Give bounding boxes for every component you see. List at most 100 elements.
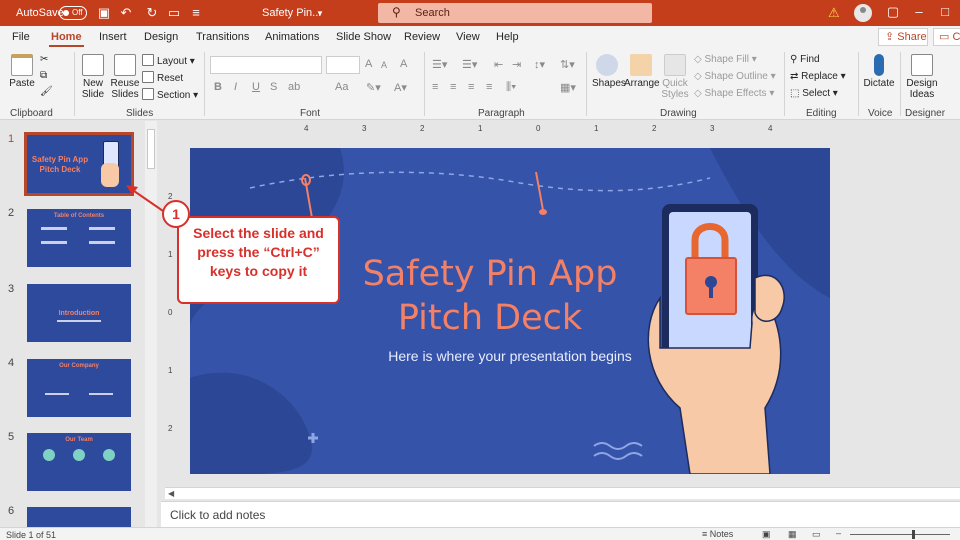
zoom-slider[interactable] — [850, 534, 950, 535]
tab-home[interactable]: Home — [49, 31, 84, 47]
autosave-toggle[interactable]: Off — [59, 6, 87, 20]
grow-font-button[interactable]: A — [365, 58, 372, 70]
normal-view-icon[interactable]: ▣ — [762, 529, 771, 540]
format-painter-icon[interactable]: 🖌 — [40, 86, 53, 97]
customize-toolbar-icon[interactable]: ≡ — [188, 5, 204, 21]
columns-icon[interactable]: ⫼▾ — [506, 81, 516, 94]
layout-button[interactable]: Layout ▾ — [142, 54, 195, 67]
slide-thumbnail-3[interactable]: Introduction — [27, 284, 131, 342]
underline-button[interactable]: U — [252, 81, 260, 93]
ribbon-display-icon[interactable]: ▢ — [884, 3, 902, 21]
comments-button[interactable]: ▭ C — [933, 28, 960, 46]
slide-sorter-icon[interactable]: ▦ — [788, 529, 797, 540]
copy-icon[interactable]: ⧉ — [40, 70, 47, 81]
avatar[interactable] — [854, 4, 872, 22]
thumbnail-title: Our Company — [59, 363, 99, 369]
chevron-down-icon[interactable]: ▼ — [312, 6, 328, 22]
paste-icon — [11, 54, 33, 76]
align-center-icon[interactable]: ≡ — [450, 81, 456, 93]
section-button[interactable]: Section ▾ — [142, 88, 198, 101]
text-direction-icon[interactable]: ⇅▾ — [560, 58, 575, 71]
highlight-icon[interactable]: ✎▾ — [366, 81, 381, 94]
shape-outline-button[interactable]: ◇ Shape Outline ▾ — [694, 71, 776, 82]
tab-review[interactable]: Review — [404, 31, 440, 43]
select-button[interactable]: ⬚ Select ▾ — [790, 88, 838, 99]
slide-title-line: Pitch Deck — [397, 298, 583, 338]
callout-text-line: press the “Ctrl+C” — [197, 244, 320, 260]
smartart-icon[interactable]: ▦▾ — [560, 81, 576, 94]
font-color-icon[interactable]: A▾ — [394, 81, 407, 94]
minimize-icon[interactable]: – — [910, 3, 928, 21]
tab-view[interactable]: View — [456, 31, 480, 43]
thumbnail-number: 2 — [8, 207, 15, 219]
cut-icon[interactable]: ✂ — [40, 54, 48, 65]
undo-icon[interactable]: ↶ — [118, 5, 134, 21]
find-button[interactable]: ⚲ Find — [790, 54, 820, 65]
increase-indent-icon[interactable]: ⇥ — [512, 58, 521, 71]
zoom-out-icon[interactable]: – — [836, 528, 841, 538]
share-button[interactable]: ⇪ Share — [878, 28, 928, 46]
tab-file[interactable]: File — [12, 31, 30, 43]
justify-icon[interactable]: ≡ — [486, 81, 492, 93]
shape-fill-button[interactable]: ◇ Shape Fill ▾ — [694, 54, 757, 65]
current-slide[interactable]: Safety Pin App Pitch Deck Here is where … — [190, 148, 830, 474]
tab-insert[interactable]: Insert — [99, 31, 127, 43]
line-spacing-icon[interactable]: ↕▾ — [534, 58, 545, 71]
align-left-icon[interactable]: ≡ — [432, 81, 438, 93]
notes-pane[interactable]: Click to add notes — [161, 501, 960, 527]
arrange-button[interactable]: Arrange — [624, 54, 660, 89]
reading-view-icon[interactable]: ▭ — [812, 529, 821, 540]
maximize-icon[interactable]: □ — [936, 3, 954, 21]
zoom-slider-handle[interactable] — [912, 530, 915, 539]
slide-subtitle[interactable]: Here is where your presentation begins — [190, 348, 830, 364]
present-icon[interactable]: ▭ — [166, 5, 182, 21]
reset-button[interactable]: Reset — [142, 71, 183, 84]
design-ideas-button[interactable]: Design Ideas — [904, 54, 940, 100]
slide-thumbnail-2[interactable]: Table of Contents — [27, 209, 131, 267]
font-name-field[interactable] — [210, 56, 322, 74]
bullets-icon[interactable]: ☰▾ — [432, 58, 447, 71]
shapes-button[interactable]: Shapes — [592, 54, 626, 89]
change-case-button[interactable]: Aa — [335, 81, 348, 93]
slide-thumbnail-1[interactable]: Safety Pin App Pitch Deck — [24, 132, 134, 196]
redo-icon[interactable]: ↻ — [144, 5, 160, 21]
search-box[interactable]: ⚲ Search — [378, 3, 652, 23]
shadow-button[interactable]: ab — [288, 81, 300, 93]
font-size-field[interactable] — [326, 56, 360, 74]
slide-title[interactable]: Safety Pin App Pitch Deck — [340, 252, 640, 340]
quick-styles-label: Quick Styles — [661, 78, 689, 100]
warning-icon[interactable]: ⚠ — [828, 5, 840, 21]
decrease-indent-icon[interactable]: ⇤ — [494, 58, 503, 71]
shape-effects-button[interactable]: ◇ Shape Effects ▾ — [694, 88, 774, 99]
scroll-left-icon[interactable]: ◀ — [168, 489, 174, 498]
ruler-tick-label: 2 — [168, 424, 173, 433]
dictate-button[interactable]: Dictate — [862, 54, 896, 89]
new-slide-button[interactable]: New Slide — [80, 54, 106, 100]
clear-format-button[interactable]: A — [400, 58, 407, 70]
tab-animations[interactable]: Animations — [265, 31, 319, 43]
tab-slide-show[interactable]: Slide Show — [336, 31, 391, 43]
paste-button[interactable]: Paste — [8, 54, 36, 89]
font-group-label: Font — [300, 108, 321, 119]
shape-fill-label: Shape Fill — [704, 54, 749, 65]
replace-button[interactable]: ⇄ Replace ▾ — [790, 71, 846, 82]
arrange-icon — [630, 54, 652, 76]
tab-transitions[interactable]: Transitions — [196, 31, 249, 43]
horizontal-scrollbar[interactable]: ◀ — [165, 487, 960, 499]
slide-thumbnail-6[interactable] — [27, 507, 131, 527]
reuse-slides-button[interactable]: Reuse Slides — [110, 54, 140, 100]
strikethrough-button[interactable]: S — [270, 81, 277, 93]
save-icon[interactable]: ▣ — [96, 5, 112, 21]
shrink-font-button[interactable]: A — [381, 60, 387, 70]
align-right-icon[interactable]: ≡ — [468, 81, 474, 93]
slide-thumbnail-4[interactable]: Our Company — [27, 359, 131, 417]
italic-button[interactable]: I — [234, 81, 237, 93]
bold-button[interactable]: B — [214, 81, 222, 93]
quick-styles-button[interactable]: Quick Styles — [660, 54, 690, 100]
tab-design[interactable]: Design — [144, 31, 178, 43]
numbering-icon[interactable]: ☰▾ — [462, 58, 477, 71]
slide-thumbnail-5[interactable]: Our Team — [27, 433, 131, 491]
tab-help[interactable]: Help — [496, 31, 519, 43]
notes-button[interactable]: ≡ Notes — [702, 529, 733, 539]
scrollbar-thumb[interactable] — [147, 129, 155, 169]
